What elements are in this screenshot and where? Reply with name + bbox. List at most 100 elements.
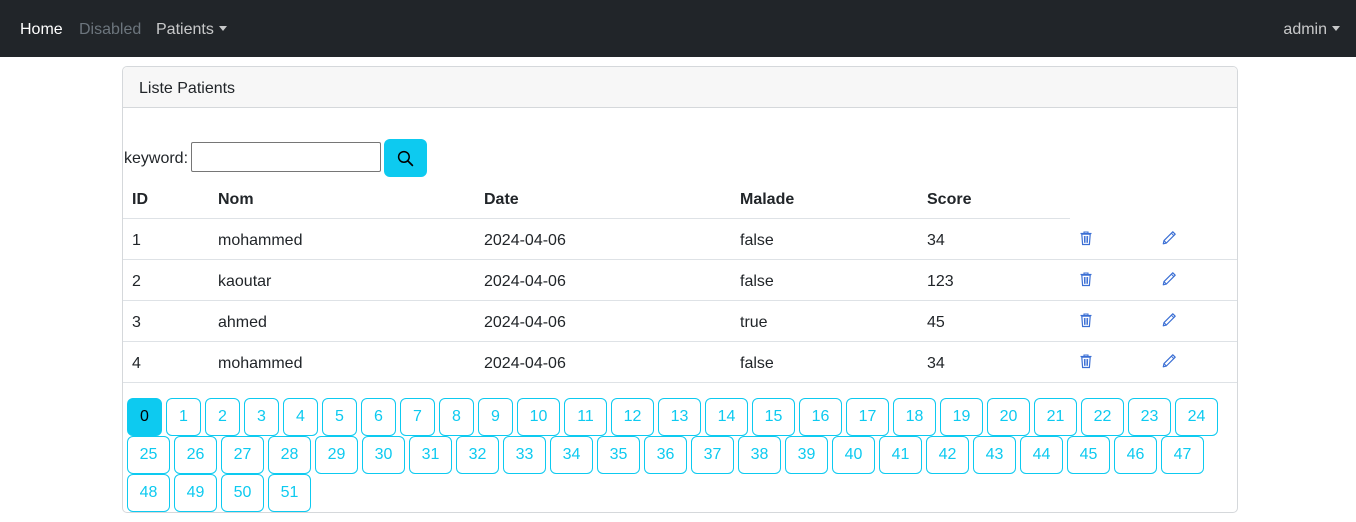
page-button[interactable]: 8 <box>439 398 474 436</box>
nav-home-link[interactable]: Home <box>20 20 63 39</box>
trash-icon[interactable] <box>1078 271 1094 287</box>
search-button[interactable] <box>384 139 427 177</box>
column-header-id: ID <box>132 191 148 208</box>
pencil-icon[interactable] <box>1161 353 1177 369</box>
page-button[interactable]: 42 <box>926 436 969 474</box>
page-button[interactable]: 21 <box>1034 398 1077 436</box>
cell-nom: mohammed <box>218 232 303 249</box>
page-button[interactable]: 9 <box>478 398 513 436</box>
page-button[interactable]: 28 <box>268 436 311 474</box>
page-button[interactable]: 41 <box>879 436 922 474</box>
cell-score: 45 <box>927 314 945 331</box>
cell-score: 123 <box>927 273 954 290</box>
page-button[interactable]: 22 <box>1081 398 1124 436</box>
page-button[interactable]: 16 <box>799 398 842 436</box>
card-title: Liste Patients <box>139 80 236 97</box>
page-button[interactable]: 33 <box>503 436 546 474</box>
page-button[interactable]: 18 <box>893 398 936 436</box>
header-divider <box>123 218 1070 219</box>
page-button[interactable]: 11 <box>564 398 607 436</box>
page-button[interactable]: 14 <box>705 398 748 436</box>
cell-score: 34 <box>927 355 945 372</box>
page-button[interactable]: 27 <box>221 436 264 474</box>
chevron-down-icon <box>1332 26 1340 31</box>
nav-user-dropdown[interactable]: admin <box>1283 20 1340 39</box>
page-button[interactable]: 25 <box>127 436 170 474</box>
page-button[interactable]: 38 <box>738 436 781 474</box>
trash-icon[interactable] <box>1078 312 1094 328</box>
page-button[interactable]: 15 <box>752 398 795 436</box>
navbar: Home Disabled Patients admin <box>0 0 1356 57</box>
chevron-down-icon <box>218 26 227 31</box>
cell-id: 1 <box>132 232 141 249</box>
page-button[interactable]: 39 <box>785 436 828 474</box>
row-divider <box>123 382 1237 383</box>
page-button[interactable]: 44 <box>1020 436 1063 474</box>
page-button[interactable]: 10 <box>517 398 560 436</box>
page-button[interactable]: 23 <box>1128 398 1171 436</box>
page-button[interactable]: 51 <box>268 474 311 512</box>
page-button[interactable]: 32 <box>456 436 499 474</box>
page-button[interactable]: 3 <box>244 398 279 436</box>
nav-disabled-link: Disabled <box>79 21 142 38</box>
page-button[interactable]: 47 <box>1161 436 1204 474</box>
cell-score: 34 <box>927 232 945 249</box>
cell-id: 3 <box>132 314 141 331</box>
nav-patients-dropdown[interactable]: Patients <box>156 20 227 39</box>
page-button[interactable]: 45 <box>1067 436 1110 474</box>
page-button[interactable]: 2 <box>205 398 240 436</box>
page-button[interactable]: 30 <box>362 436 405 474</box>
nav-patients-label: Patients <box>156 21 214 38</box>
page-button[interactable]: 1 <box>166 398 201 436</box>
page-button[interactable]: 6 <box>361 398 396 436</box>
page-button[interactable]: 7 <box>400 398 435 436</box>
nav-user-label: admin <box>1283 21 1327 38</box>
cell-id: 4 <box>132 355 141 372</box>
cell-date: 2024-04-06 <box>484 232 566 249</box>
cell-malade: true <box>740 314 768 331</box>
page-button[interactable]: 20 <box>987 398 1030 436</box>
cell-date: 2024-04-06 <box>484 314 566 331</box>
page-button[interactable]: 5 <box>322 398 357 436</box>
page-button[interactable]: 19 <box>940 398 983 436</box>
page-button[interactable]: 13 <box>658 398 701 436</box>
page-button[interactable]: 4 <box>283 398 318 436</box>
page-button[interactable]: 34 <box>550 436 593 474</box>
cell-id: 2 <box>132 273 141 290</box>
page-button[interactable]: 40 <box>832 436 875 474</box>
cell-date: 2024-04-06 <box>484 355 566 372</box>
page-button[interactable]: 37 <box>691 436 734 474</box>
search-input[interactable] <box>191 142 381 172</box>
page-button[interactable]: 49 <box>174 474 217 512</box>
column-header-nom: Nom <box>218 191 254 208</box>
page-button[interactable]: 12 <box>611 398 654 436</box>
trash-icon[interactable] <box>1078 230 1094 246</box>
page-button[interactable]: 50 <box>221 474 264 512</box>
page-button[interactable]: 36 <box>644 436 687 474</box>
page-button[interactable]: 0 <box>127 398 162 436</box>
trash-icon[interactable] <box>1078 353 1094 369</box>
pencil-icon[interactable] <box>1161 271 1177 287</box>
cell-date: 2024-04-06 <box>484 273 566 290</box>
cell-nom: ahmed <box>218 314 267 331</box>
page-button[interactable]: 29 <box>315 436 358 474</box>
pencil-icon[interactable] <box>1161 312 1177 328</box>
page-button[interactable]: 24 <box>1175 398 1218 436</box>
card-header: Liste Patients <box>123 67 1237 108</box>
page-button[interactable]: 48 <box>127 474 170 512</box>
page-button[interactable]: 17 <box>846 398 889 436</box>
row-divider <box>123 259 1237 260</box>
patients-card: Liste Patients keyword: ID Nom Date Malade S… <box>122 66 1238 513</box>
page-button[interactable]: 26 <box>174 436 217 474</box>
page-button[interactable]: 43 <box>973 436 1016 474</box>
cell-malade: false <box>740 273 774 290</box>
page-button[interactable]: 31 <box>409 436 452 474</box>
row-divider <box>123 300 1237 301</box>
pencil-icon[interactable] <box>1161 230 1177 246</box>
column-header-date: Date <box>484 191 519 208</box>
cell-nom: mohammed <box>218 355 303 372</box>
page-button[interactable]: 46 <box>1114 436 1157 474</box>
column-header-malade: Malade <box>740 191 795 208</box>
page-button[interactable]: 35 <box>597 436 640 474</box>
cell-nom: kaoutar <box>218 273 272 290</box>
